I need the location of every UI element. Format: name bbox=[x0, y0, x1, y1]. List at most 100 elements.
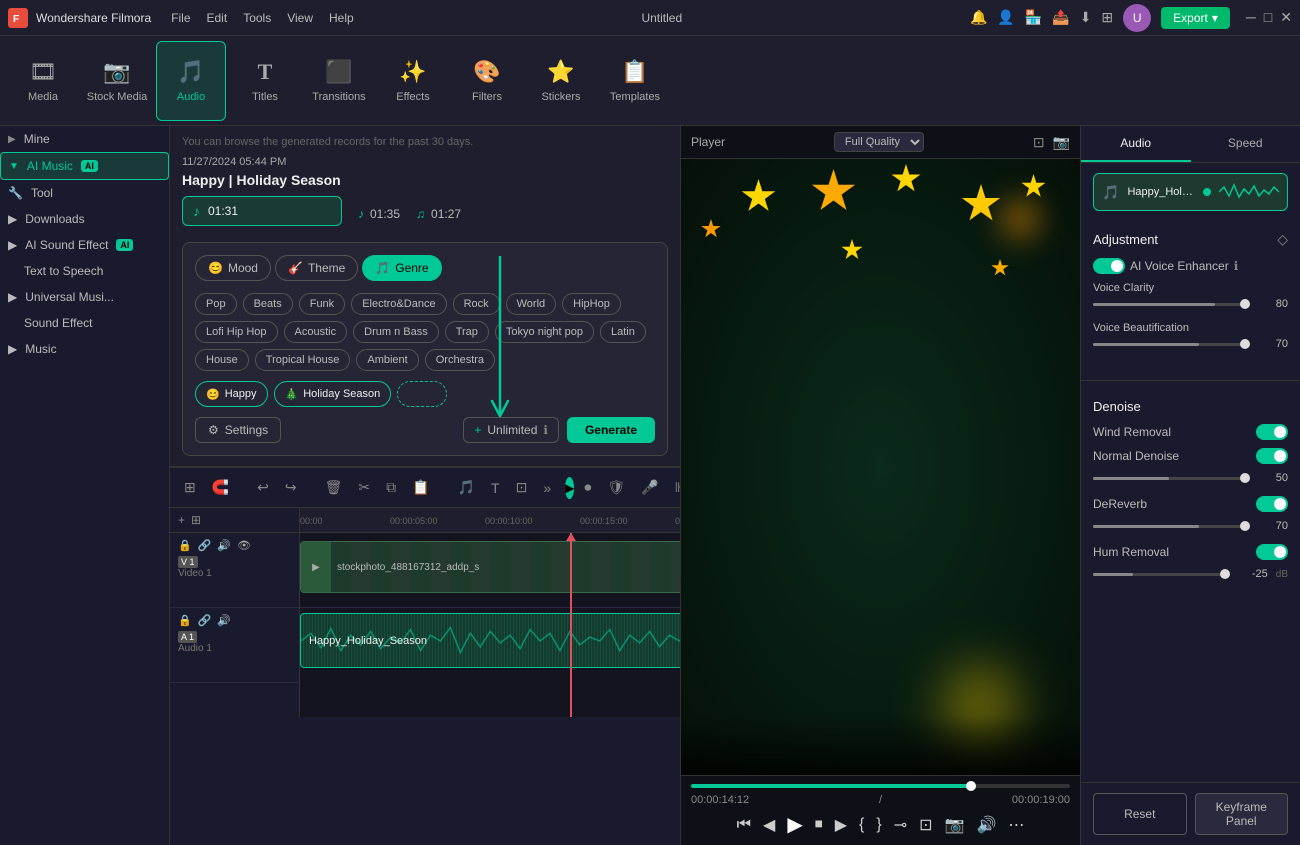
genre-tag-latin[interactable]: Latin bbox=[600, 321, 646, 343]
toolbar-stickers[interactable]: ⭐ Stickers bbox=[526, 41, 596, 121]
progress-bar[interactable] bbox=[691, 784, 1070, 788]
audio-link-icon[interactable]: 🔗 bbox=[198, 614, 212, 627]
add-track-icon[interactable]: + bbox=[178, 513, 185, 527]
genre-tag-lofi-hip-hop[interactable]: Lofi Hip Hop bbox=[195, 321, 278, 343]
split-view-icon[interactable]: ⊡ bbox=[1033, 134, 1045, 151]
panel-ai-sound-effect[interactable]: ▶ AI Sound Effect AI bbox=[0, 232, 169, 258]
panel-universal-music[interactable]: ▶ Universal Musi... bbox=[0, 284, 169, 310]
tl-record-btn[interactable]: ⏺ bbox=[578, 475, 597, 500]
snapshot-btn[interactable]: 📷 bbox=[945, 815, 965, 835]
menu-view[interactable]: View bbox=[287, 11, 313, 25]
maximize-button[interactable]: □ bbox=[1264, 9, 1272, 26]
panel-downloads[interactable]: ▶ Downloads bbox=[0, 206, 169, 232]
hum-removal-toggle[interactable] bbox=[1256, 544, 1288, 560]
panel-sound-effect[interactable]: Sound Effect bbox=[0, 310, 169, 336]
tl-copy-btn[interactable]: ⧉ bbox=[380, 475, 402, 500]
genre-tag-drum-n-bass[interactable]: Drum n Bass bbox=[353, 321, 439, 343]
genre-tag-ambient[interactable]: Ambient bbox=[356, 349, 418, 371]
tab-mood[interactable]: 😊 Mood bbox=[195, 255, 271, 281]
rewind-button[interactable]: ⏮ bbox=[737, 816, 751, 834]
audio-speaker-icon[interactable]: 🔊 bbox=[217, 614, 231, 627]
dereverb-toggle[interactable] bbox=[1256, 496, 1288, 512]
genre-tag-tropical-house[interactable]: Tropical House bbox=[255, 349, 351, 371]
export-button[interactable]: Export ▾ bbox=[1161, 7, 1230, 29]
tab-speed[interactable]: Speed bbox=[1191, 126, 1300, 162]
genre-tag-pop[interactable]: Pop bbox=[195, 293, 237, 315]
panel-ai-music[interactable]: ▼ AI Music AI bbox=[0, 152, 169, 180]
toolbar-stock-media[interactable]: 📷 Stock Media bbox=[82, 41, 152, 121]
tl-magnet-btn[interactable]: 🧲 bbox=[206, 475, 235, 500]
video-lock-icon[interactable]: 🔒 bbox=[178, 539, 192, 552]
quality-select[interactable]: Full Quality bbox=[834, 132, 924, 152]
fullscreen-btn[interactable]: ⊡ bbox=[919, 815, 932, 835]
track-menu-icon[interactable]: ⊞ bbox=[191, 513, 201, 527]
normal-denoise-toggle[interactable] bbox=[1256, 448, 1288, 464]
tl-text-btn[interactable]: T bbox=[485, 476, 506, 500]
toolbar-effects[interactable]: ✨ Effects bbox=[378, 41, 448, 121]
tab-audio[interactable]: Audio bbox=[1081, 126, 1191, 162]
empty-tag-slot[interactable] bbox=[397, 381, 447, 407]
selected-tag-happy[interactable]: 😊 Happy bbox=[195, 381, 268, 407]
normal-denoise-track[interactable] bbox=[1093, 477, 1245, 480]
genre-tag-acoustic[interactable]: Acoustic bbox=[284, 321, 348, 343]
keyframe-panel-button[interactable]: Keyframe Panel bbox=[1195, 793, 1289, 835]
out-point-btn[interactable]: } bbox=[876, 816, 881, 834]
video-eye-icon[interactable]: 👁 bbox=[237, 539, 251, 552]
video-speaker-icon[interactable]: 🔊 bbox=[217, 539, 231, 552]
tl-crop-btn[interactable]: ⊡ bbox=[510, 475, 534, 500]
tl-redo-btn[interactable]: ↪ bbox=[279, 475, 303, 500]
genre-tag-beats[interactable]: Beats bbox=[243, 293, 293, 315]
keyframe-nav-btn[interactable]: ⊸ bbox=[894, 815, 907, 835]
settings-button[interactable]: ⚙ Settings bbox=[195, 417, 281, 443]
toolbar-templates[interactable]: 📋 Templates bbox=[600, 41, 670, 121]
voice-clarity-track[interactable] bbox=[1093, 303, 1245, 306]
more-btn[interactable]: ⋯ bbox=[1008, 815, 1024, 835]
minimize-button[interactable]: ─ bbox=[1246, 9, 1256, 26]
prev-frame-btn[interactable]: ◀ bbox=[763, 815, 775, 835]
panel-music[interactable]: ▶ Music bbox=[0, 336, 169, 362]
tl-mic-btn[interactable]: 🎤 bbox=[635, 475, 664, 500]
tl-more-btn[interactable]: » bbox=[537, 476, 557, 500]
tl-play-btn[interactable]: ▶ bbox=[565, 477, 574, 499]
video-link-icon[interactable]: 🔗 bbox=[198, 539, 212, 552]
toolbar-titles[interactable]: T Titles bbox=[230, 41, 300, 121]
video-clip-main[interactable]: ▶ stockphoto_488167312_addp_s bbox=[300, 541, 680, 593]
tl-music-btn[interactable]: 🎵 bbox=[452, 475, 481, 500]
toolbar-transitions[interactable]: ⬛ Transitions bbox=[304, 41, 374, 121]
avatar[interactable]: U bbox=[1123, 4, 1151, 32]
ai-ve-toggle[interactable] bbox=[1093, 258, 1125, 274]
audio-clip[interactable]: Happy_Holiday_Season bbox=[300, 613, 680, 668]
reset-button[interactable]: Reset bbox=[1093, 793, 1187, 835]
tl-undo-btn[interactable]: ↩ bbox=[251, 475, 275, 500]
generate-button[interactable]: Generate bbox=[567, 417, 655, 443]
download-icon[interactable]: ⬇ bbox=[1080, 9, 1092, 26]
next-frame-btn[interactable]: ▶ bbox=[835, 815, 847, 835]
panel-mine[interactable]: ▶ Mine bbox=[0, 126, 169, 152]
tl-delete-btn[interactable]: 🗑 bbox=[319, 475, 349, 500]
toolbar-media[interactable]: 🎞 Media bbox=[8, 41, 78, 121]
tl-cut-btn[interactable]: ✂ bbox=[352, 475, 376, 500]
voice-beautification-track[interactable] bbox=[1093, 343, 1245, 346]
play-button[interactable]: ▶ bbox=[787, 812, 802, 837]
audio-lock-icon[interactable]: 🔒 bbox=[178, 614, 192, 627]
panel-tool[interactable]: 🔧 Tool bbox=[0, 180, 169, 206]
genre-tag-funk[interactable]: Funk bbox=[299, 293, 345, 315]
close-button[interactable]: ✕ bbox=[1280, 9, 1292, 26]
notification-icon[interactable]: 🔔 bbox=[970, 9, 987, 26]
apps-icon[interactable]: ⊞ bbox=[1101, 9, 1113, 26]
active-track[interactable]: ♪ 01:31 bbox=[182, 196, 342, 226]
account-icon[interactable]: 👤 bbox=[997, 9, 1014, 26]
menu-file[interactable]: File bbox=[171, 11, 190, 25]
genre-tag-house[interactable]: House bbox=[195, 349, 249, 371]
genre-tag-hiphop[interactable]: HipHop bbox=[562, 293, 621, 315]
hum-removal-track[interactable] bbox=[1093, 573, 1225, 576]
tl-shield-btn[interactable]: 🛡 bbox=[601, 475, 631, 500]
dereverb-track[interactable] bbox=[1093, 525, 1245, 528]
genre-tag-electro&dance[interactable]: Electro&Dance bbox=[351, 293, 446, 315]
wind-removal-toggle[interactable] bbox=[1256, 424, 1288, 440]
toolbar-audio[interactable]: 🎵 Audio bbox=[156, 41, 226, 121]
volume-btn[interactable]: 🔊 bbox=[976, 815, 996, 835]
tab-genre[interactable]: 🎵 Genre bbox=[362, 255, 441, 281]
tl-paste-btn[interactable]: 📋 bbox=[406, 475, 435, 500]
menu-help[interactable]: Help bbox=[329, 11, 354, 25]
